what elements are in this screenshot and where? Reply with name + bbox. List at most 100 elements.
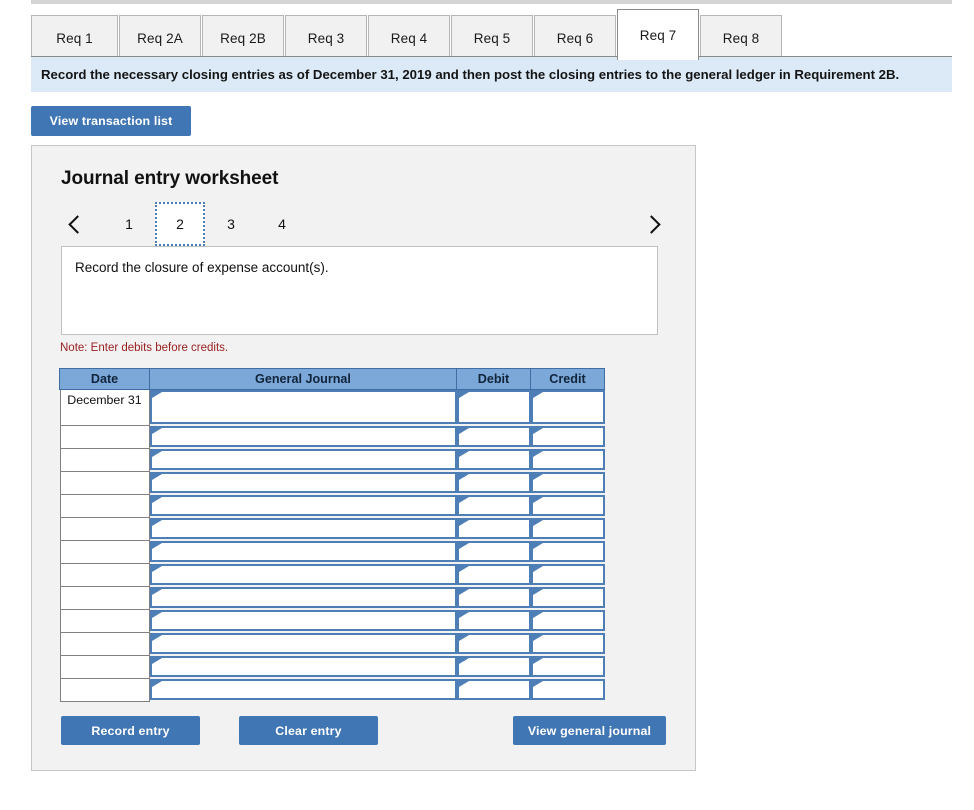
general-journal-input[interactable]	[149, 541, 457, 562]
dropdown-triangle-icon	[151, 658, 162, 664]
debit-input[interactable]	[456, 472, 531, 493]
general-journal-input[interactable]	[149, 633, 457, 654]
cell-date	[59, 472, 150, 495]
clear-entry-button[interactable]: Clear entry	[239, 716, 378, 745]
dropdown-triangle-icon	[532, 520, 543, 526]
debit-input[interactable]	[456, 449, 531, 470]
dropdown-triangle-icon	[532, 612, 543, 618]
cell-debit	[456, 449, 531, 472]
dropdown-triangle-icon	[532, 392, 543, 398]
general-journal-input[interactable]	[149, 472, 457, 493]
view-general-journal-button[interactable]: View general journal	[513, 716, 666, 745]
cell-date	[59, 495, 150, 518]
view-transaction-list-button[interactable]: View transaction list	[31, 106, 191, 136]
tab-req-8[interactable]: Req 8	[700, 15, 782, 60]
pager-page-label: 3	[227, 216, 235, 232]
general-journal-input[interactable]	[149, 656, 457, 677]
date-value	[59, 564, 150, 587]
pager-page-2[interactable]: 2	[155, 202, 205, 246]
credit-input[interactable]	[530, 495, 605, 516]
debit-input[interactable]	[456, 679, 531, 700]
pager-page-label: 2	[176, 216, 184, 232]
tab-req-5[interactable]: Req 5	[451, 15, 533, 60]
tab-req-2b[interactable]: Req 2B	[202, 15, 284, 60]
date-value	[59, 656, 150, 679]
cell-date	[59, 656, 150, 679]
general-journal-input[interactable]	[149, 564, 457, 585]
tab-req-3[interactable]: Req 3	[285, 15, 367, 60]
debit-input[interactable]	[456, 426, 531, 447]
dropdown-triangle-icon	[458, 451, 469, 457]
dropdown-triangle-icon	[532, 474, 543, 480]
cell-debit	[456, 541, 531, 564]
dropdown-triangle-icon	[532, 658, 543, 664]
credit-input[interactable]	[530, 449, 605, 470]
pager-page-4[interactable]: 4	[257, 204, 307, 244]
worksheet-pager: 1 2 3 4	[58, 202, 670, 246]
credit-input[interactable]	[530, 472, 605, 493]
instruction-text: Record the necessary closing entries as …	[41, 67, 900, 82]
credit-input[interactable]	[530, 518, 605, 539]
debit-input[interactable]	[456, 390, 531, 424]
general-journal-input[interactable]	[149, 390, 457, 424]
dropdown-triangle-icon	[458, 543, 469, 549]
credit-input[interactable]	[530, 541, 605, 562]
table-row	[59, 656, 605, 679]
cell-debit	[456, 679, 531, 702]
debit-input[interactable]	[456, 564, 531, 585]
dropdown-triangle-icon	[532, 497, 543, 503]
debit-input[interactable]	[456, 495, 531, 516]
credit-input[interactable]	[530, 633, 605, 654]
tab-label: Req 2A	[137, 30, 183, 46]
debit-input[interactable]	[456, 541, 531, 562]
date-value: December 31	[59, 390, 150, 426]
tab-label: Req 4	[390, 30, 428, 46]
general-journal-input[interactable]	[149, 587, 457, 608]
debit-input[interactable]	[456, 656, 531, 677]
general-journal-input[interactable]	[149, 518, 457, 539]
general-journal-input[interactable]	[149, 426, 457, 447]
dropdown-triangle-icon	[458, 520, 469, 526]
pager-page-3[interactable]: 3	[206, 204, 256, 244]
general-journal-input[interactable]	[149, 679, 457, 700]
tab-req-6[interactable]: Req 6	[534, 15, 616, 60]
dropdown-triangle-icon	[532, 428, 543, 434]
cell-debit	[456, 564, 531, 587]
record-entry-button[interactable]: Record entry	[61, 716, 200, 745]
chevron-right-icon[interactable]	[636, 204, 670, 244]
chevron-left-icon[interactable]	[58, 204, 92, 244]
tab-req-4[interactable]: Req 4	[368, 15, 450, 60]
dropdown-triangle-icon	[532, 681, 543, 687]
dropdown-triangle-icon	[151, 635, 162, 641]
credit-input[interactable]	[530, 390, 605, 424]
cell-date	[59, 564, 150, 587]
date-value	[59, 472, 150, 495]
credit-input[interactable]	[530, 610, 605, 631]
table-header-row: Date General Journal Debit Credit	[59, 368, 605, 390]
credit-input[interactable]	[530, 564, 605, 585]
general-journal-input[interactable]	[149, 610, 457, 631]
general-journal-input[interactable]	[149, 449, 457, 470]
tab-req-1[interactable]: Req 1	[31, 15, 118, 60]
credit-input[interactable]	[530, 587, 605, 608]
dropdown-triangle-icon	[532, 566, 543, 572]
column-header-date: Date	[59, 368, 150, 390]
tab-req-2a[interactable]: Req 2A	[119, 15, 201, 60]
table-row	[59, 495, 605, 518]
debit-input[interactable]	[456, 610, 531, 631]
credit-input[interactable]	[530, 656, 605, 677]
debit-input[interactable]	[456, 587, 531, 608]
date-value	[59, 587, 150, 610]
debit-input[interactable]	[456, 518, 531, 539]
general-journal-input[interactable]	[149, 495, 457, 516]
dropdown-triangle-icon	[532, 543, 543, 549]
debit-input[interactable]	[456, 633, 531, 654]
cell-credit	[530, 449, 605, 472]
pager-page-1[interactable]: 1	[104, 204, 154, 244]
cell-date	[59, 449, 150, 472]
tab-req-7[interactable]: Req 7	[617, 9, 699, 60]
cell-date	[59, 633, 150, 656]
credit-input[interactable]	[530, 426, 605, 447]
cell-general-journal	[149, 564, 457, 587]
credit-input[interactable]	[530, 679, 605, 700]
